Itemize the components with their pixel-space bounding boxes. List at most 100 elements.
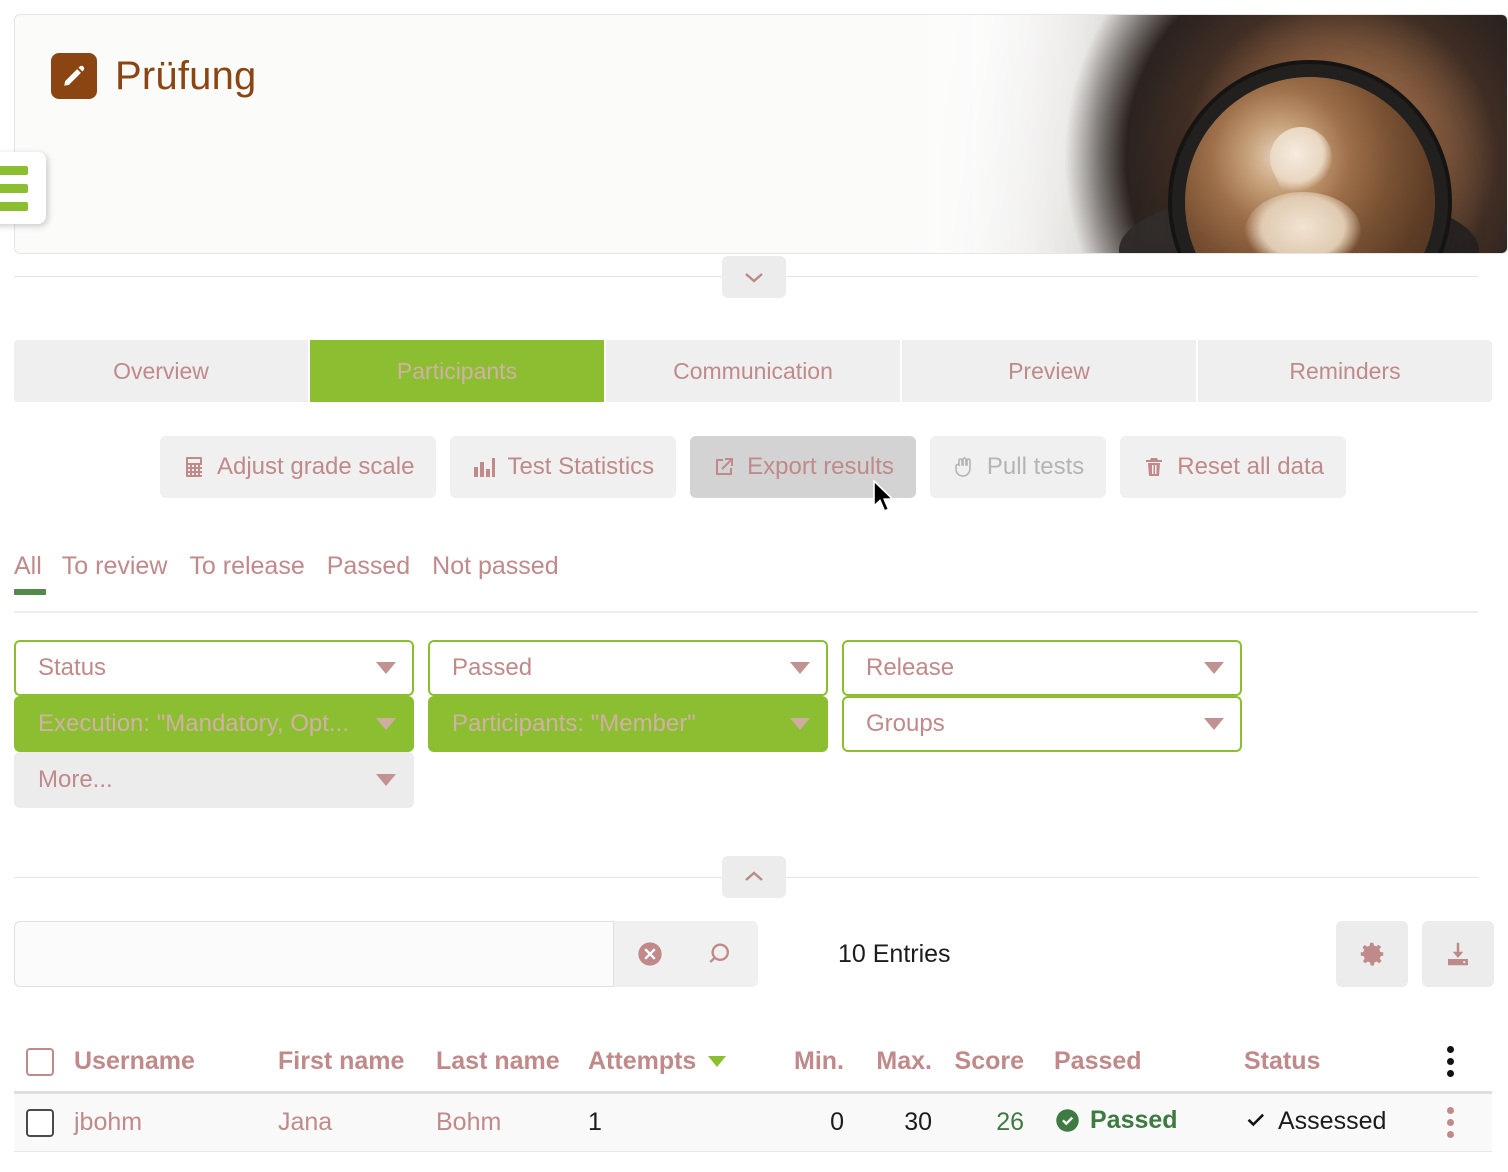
- subtab-label: To release: [189, 552, 305, 580]
- filter-execution[interactable]: Execution: "Mandatory, Opt...: [14, 696, 414, 752]
- button-label: Reset all data: [1177, 453, 1325, 480]
- search-input[interactable]: [14, 921, 614, 987]
- cell-username: jbohm: [74, 1108, 143, 1136]
- chevron-down-icon: [376, 662, 396, 674]
- table-row[interactable]: jbohm Jana Bohm 1 0 30 26 Passed Assesse…: [14, 1094, 1492, 1152]
- coffee-cup-shape: [1185, 77, 1435, 253]
- chevron-down-icon: [790, 662, 810, 674]
- hamburger-bar: [0, 165, 28, 175]
- filter-row-1: Status Passed Release: [14, 640, 1264, 696]
- main-tabs: Overview Participants Communication Prev…: [14, 340, 1492, 402]
- table-header-row: Username First name Last name Attempts M…: [14, 1032, 1492, 1094]
- filter-label: Participants: "Member": [452, 710, 696, 737]
- clear-search-button[interactable]: [614, 921, 686, 987]
- hamburger-bar: [0, 201, 28, 211]
- tab-communication[interactable]: Communication: [606, 340, 902, 402]
- filter-subtabs: All To review To release Passed Not pass…: [14, 552, 581, 595]
- filter-participants[interactable]: Participants: "Member": [428, 696, 828, 752]
- filter-panel: Status Passed Release Execution: "Mandat…: [14, 640, 1264, 808]
- subtab-all[interactable]: All: [14, 552, 62, 595]
- column-status[interactable]: Status: [1244, 1047, 1434, 1076]
- page-title-group: Prüfung: [51, 53, 257, 99]
- trash-icon: [1146, 458, 1163, 476]
- tab-preview[interactable]: Preview: [902, 340, 1198, 402]
- participants-table: Username First name Last name Attempts M…: [14, 1032, 1492, 1152]
- cell-first-name: Jana: [278, 1108, 333, 1136]
- subtab-label: Passed: [326, 552, 411, 580]
- cell-passed: Passed: [1024, 1106, 1244, 1139]
- search-button[interactable]: [686, 921, 758, 987]
- passed-badge: Passed: [1054, 1106, 1178, 1135]
- check-icon: [1247, 1114, 1264, 1127]
- subtab-divider: [14, 611, 1478, 613]
- cell-status: Assessed: [1244, 1107, 1434, 1139]
- filter-label: Status: [38, 654, 107, 681]
- reset-all-data-button[interactable]: Reset all data: [1120, 436, 1347, 498]
- subtab-label: All: [14, 552, 42, 580]
- adjust-grade-scale-button[interactable]: Adjust grade scale: [159, 436, 437, 498]
- column-attempts-label: Attempts: [588, 1047, 697, 1075]
- chevron-down-icon: [376, 774, 396, 786]
- bar-chart-icon: [474, 458, 496, 477]
- cell-max: 30: [904, 1108, 932, 1136]
- filter-status[interactable]: Status: [14, 640, 414, 696]
- magnifier-icon: [709, 943, 730, 963]
- tab-label: Participants: [396, 357, 518, 384]
- hamburger-menu-icon[interactable]: [0, 152, 46, 224]
- cell-last-name: Bohm: [436, 1108, 502, 1136]
- filter-more[interactable]: More...: [14, 752, 414, 808]
- filter-groups[interactable]: Groups: [842, 696, 1242, 752]
- filter-row-3: More...: [14, 752, 1264, 808]
- column-username[interactable]: Username: [74, 1047, 278, 1076]
- tab-participants[interactable]: Participants: [310, 340, 606, 402]
- hamburger-bar: [0, 183, 28, 193]
- tab-label: Preview: [1008, 357, 1090, 384]
- kebab-menu-icon[interactable]: [1447, 1046, 1454, 1077]
- column-actions: [1434, 1046, 1492, 1077]
- subtab-not-passed[interactable]: Not passed: [432, 552, 580, 595]
- select-all-checkbox[interactable]: [26, 1047, 54, 1076]
- subtab-label: To review: [61, 552, 168, 580]
- page-root: Prüfung Overview Participants Communicat…: [0, 0, 1508, 1172]
- entries-count: 10 Entries: [838, 939, 951, 968]
- select-all-cell: [14, 1047, 74, 1076]
- tab-overview[interactable]: Overview: [14, 340, 310, 402]
- clear-circle-icon: [638, 942, 662, 966]
- column-first-name[interactable]: First name: [278, 1047, 436, 1076]
- subtab-passed[interactable]: Passed: [327, 552, 432, 595]
- button-label: Adjust grade scale: [216, 453, 415, 480]
- export-results-button[interactable]: Export results: [690, 436, 916, 498]
- share-export-icon: [716, 458, 734, 475]
- column-min[interactable]: Min.: [758, 1047, 844, 1076]
- kebab-menu-icon[interactable]: [1447, 1107, 1454, 1138]
- column-max[interactable]: Max.: [844, 1047, 932, 1076]
- tab-label: Overview: [113, 357, 209, 384]
- filter-passed[interactable]: Passed: [428, 640, 828, 696]
- chevron-down-icon: [1204, 662, 1224, 674]
- coffee-cup-photo: [887, 15, 1507, 253]
- subtab-to-release[interactable]: To release: [189, 552, 326, 595]
- calculator-icon: [185, 457, 202, 477]
- download-table-button[interactable]: [1422, 921, 1494, 987]
- test-statistics-button[interactable]: Test Statistics: [450, 436, 677, 498]
- row-checkbox[interactable]: [26, 1108, 54, 1137]
- chevron-down-icon: [376, 718, 396, 730]
- column-score[interactable]: Score: [932, 1047, 1024, 1076]
- table-settings-button[interactable]: [1336, 921, 1408, 987]
- tab-reminders[interactable]: Reminders: [1198, 340, 1492, 402]
- tab-label: Reminders: [1289, 357, 1401, 384]
- column-attempts[interactable]: Attempts: [588, 1047, 758, 1076]
- filter-label: Execution: "Mandatory, Opt...: [38, 710, 349, 737]
- status-badge: Assessed: [1244, 1107, 1386, 1136]
- subtab-to-review[interactable]: To review: [62, 552, 190, 595]
- collapse-filters-button[interactable]: [722, 856, 786, 898]
- button-label: Export results: [747, 453, 894, 480]
- subtab-label: Not passed: [432, 552, 559, 580]
- column-last-name[interactable]: Last name: [436, 1047, 588, 1076]
- hand-icon: [955, 457, 971, 477]
- filter-release[interactable]: Release: [842, 640, 1242, 696]
- collapse-header-button[interactable]: [722, 256, 786, 298]
- pencil-square-icon: [51, 53, 97, 99]
- column-passed[interactable]: Passed: [1024, 1047, 1244, 1076]
- status-label: Assessed: [1278, 1106, 1387, 1135]
